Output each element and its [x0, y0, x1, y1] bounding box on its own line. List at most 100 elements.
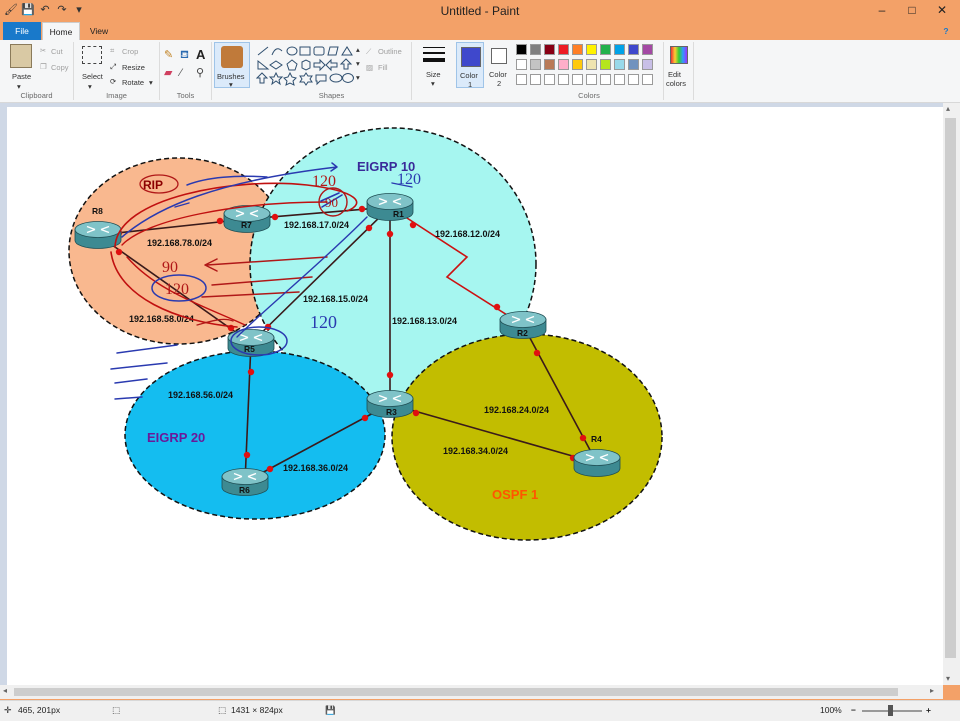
- magnifier-icon[interactable]: ⚲: [196, 68, 204, 79]
- palette-swatch[interactable]: [572, 44, 583, 55]
- tab-home[interactable]: Home: [42, 22, 80, 40]
- palette-swatch[interactable]: [530, 74, 541, 85]
- paste-dropdown-icon[interactable]: ▾: [17, 82, 21, 91]
- palette-swatch[interactable]: [530, 59, 541, 70]
- image-group-label: Image: [106, 91, 127, 100]
- ospf1-domain: [391, 333, 663, 541]
- minimize-button[interactable]: –: [872, 2, 892, 18]
- palette-swatch[interactable]: [558, 59, 569, 70]
- clipboard-group-label: Clipboard: [20, 91, 53, 100]
- help-icon[interactable]: ?: [938, 22, 954, 40]
- palette-swatch[interactable]: [586, 59, 597, 70]
- palette-swatch[interactable]: [614, 74, 625, 85]
- router-r1-icon: [366, 193, 414, 221]
- size-button[interactable]: Size ▾: [414, 42, 454, 100]
- oval-shape-icon: [286, 46, 298, 56]
- brushes-button[interactable]: Brushes ▾: [214, 42, 250, 89]
- shapes-scroll-up-icon[interactable]: ▴: [356, 45, 360, 54]
- palette-swatch[interactable]: [586, 74, 597, 85]
- ribbon: Paste ▾ ✂ Cut ❐ Copy Clipboard Select ▾ …: [0, 40, 960, 103]
- rotate-button[interactable]: Rotate: [122, 78, 144, 87]
- eraser-icon[interactable]: ▰: [164, 68, 172, 79]
- outline-icon[interactable]: ⟋: [366, 47, 371, 57]
- outline-button[interactable]: Outline: [378, 47, 402, 56]
- palette-swatch[interactable]: [544, 59, 555, 70]
- tab-file[interactable]: File: [3, 22, 41, 40]
- palette-swatch[interactable]: [530, 44, 541, 55]
- resize-icon[interactable]: ⤢: [110, 62, 116, 72]
- palette-swatch[interactable]: [600, 44, 611, 55]
- zoom-out-button[interactable]: −: [851, 705, 856, 715]
- paste-button[interactable]: Paste: [12, 72, 31, 81]
- crop-icon[interactable]: ⌗: [110, 46, 114, 56]
- shapes-more-icon[interactable]: ▾: [356, 73, 360, 82]
- palette-swatch[interactable]: [642, 74, 653, 85]
- rotate-dropdown-icon[interactable]: ▾: [149, 78, 153, 87]
- palette-swatch[interactable]: [586, 44, 597, 55]
- router-r3-label: R3: [386, 407, 397, 417]
- palette-swatch[interactable]: [516, 74, 527, 85]
- pencil-icon[interactable]: ✎: [164, 50, 173, 61]
- rotate-icon[interactable]: ⟳: [110, 77, 116, 86]
- fill-bucket-icon[interactable]: ⛾: [180, 50, 189, 61]
- six-point-star-shape-icon: [299, 72, 313, 86]
- router-r6-label: R6: [239, 485, 250, 495]
- paste-icon[interactable]: [10, 44, 32, 68]
- shapes-scroll-down-icon[interactable]: ▾: [356, 59, 360, 68]
- color-picker-icon[interactable]: ⁄: [180, 68, 182, 79]
- annotation-120-right-label: 120: [397, 171, 421, 188]
- horizontal-scrollbar-thumb[interactable]: [14, 688, 898, 696]
- color1-button[interactable]: Color 1: [456, 42, 484, 89]
- vertical-scrollbar-thumb[interactable]: [945, 118, 956, 658]
- cut-icon[interactable]: ✂: [40, 46, 46, 55]
- tab-view[interactable]: View: [82, 22, 116, 40]
- palette-swatch[interactable]: [628, 44, 639, 55]
- zoom-in-button[interactable]: +: [926, 705, 931, 715]
- resize-button[interactable]: Resize: [122, 63, 145, 72]
- maximize-button[interactable]: □: [902, 2, 922, 18]
- cut-button[interactable]: Cut: [51, 47, 63, 56]
- palette-swatch[interactable]: [628, 59, 639, 70]
- network-label-17: 192.168.17.0/24: [284, 220, 349, 230]
- palette-swatch[interactable]: [614, 44, 625, 55]
- triangle-shape-icon: [341, 46, 353, 56]
- palette-swatch[interactable]: [516, 59, 527, 70]
- palette-swatch[interactable]: [642, 59, 653, 70]
- palette-swatch[interactable]: [558, 74, 569, 85]
- drawing-canvas[interactable]: R1 R2 R3 R4 R5 R6 R7 R8 192.168.12.0/24 …: [7, 107, 943, 685]
- fill-button[interactable]: Fill: [378, 63, 388, 72]
- palette-swatch[interactable]: [544, 74, 555, 85]
- palette-swatch[interactable]: [600, 74, 611, 85]
- palette-swatch[interactable]: [544, 44, 555, 55]
- zoom-level: 100%: [820, 705, 842, 715]
- shapes-gallery[interactable]: [256, 45, 360, 89]
- annotation-90-label: 90: [325, 195, 338, 210]
- palette-swatch[interactable]: [572, 74, 583, 85]
- select-icon[interactable]: [82, 46, 102, 64]
- close-button[interactable]: ✕: [932, 2, 952, 18]
- select-button[interactable]: Select: [82, 72, 103, 81]
- palette-swatch[interactable]: [572, 59, 583, 70]
- palette-swatch[interactable]: [600, 59, 611, 70]
- palette-swatch[interactable]: [628, 74, 639, 85]
- select-dropdown-icon[interactable]: ▾: [88, 82, 92, 91]
- copy-icon[interactable]: ❐: [40, 62, 47, 71]
- scroll-left-arrow-icon[interactable]: ◂: [3, 686, 7, 695]
- palette-swatch[interactable]: [516, 44, 527, 55]
- copy-button[interactable]: Copy: [51, 63, 69, 72]
- window-controls: – □ ✕: [872, 2, 952, 18]
- scroll-down-arrow-icon[interactable]: ▾: [946, 674, 950, 683]
- zoom-slider-thumb[interactable]: [888, 705, 893, 716]
- crop-button[interactable]: Crop: [122, 47, 138, 56]
- color2-button[interactable]: Color 2: [486, 42, 514, 100]
- palette-swatch[interactable]: [614, 59, 625, 70]
- fill-icon[interactable]: ▨: [366, 63, 373, 72]
- edit-colors-button[interactable]: Edit colors: [664, 42, 694, 100]
- scroll-right-arrow-icon[interactable]: ▸: [930, 686, 934, 695]
- text-tool-icon[interactable]: A: [196, 48, 205, 61]
- scroll-up-arrow-icon[interactable]: ▴: [946, 104, 950, 113]
- palette-swatch[interactable]: [558, 44, 569, 55]
- hexagon-shape-icon: [301, 59, 311, 71]
- palette-swatch[interactable]: [642, 44, 653, 55]
- left-arrow-shape-icon: [325, 58, 338, 72]
